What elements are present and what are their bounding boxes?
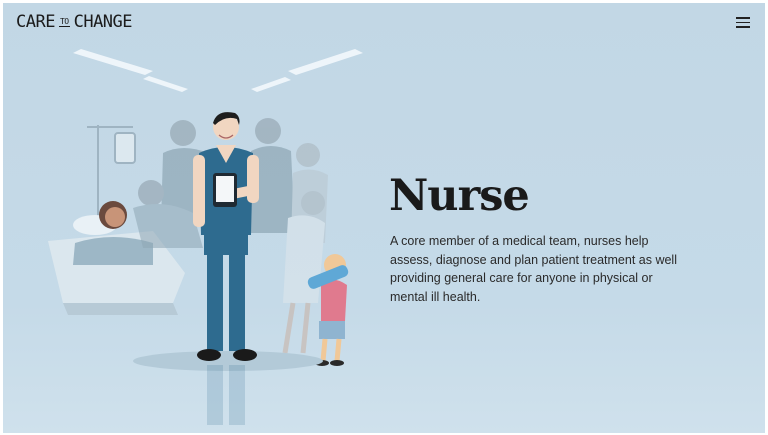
menu-line [736,21,750,24]
logo-word-care: CARE [16,12,55,32]
page-title: Nurse [389,171,530,221]
nurse-illustration [48,49,363,425]
logo-word-change: CHANGE [73,12,133,32]
nurse-figure [193,112,259,361]
hero-section: CARE TO CHANGE Nurse A core member of a … [3,3,765,433]
ceiling-lights [73,49,363,92]
menu-line [736,26,750,28]
hamburger-menu-icon[interactable] [734,14,752,30]
brand-logo[interactable]: CARE TO CHANGE [16,12,133,32]
role-description: A core member of a medical team, nurses … [390,234,677,304]
logo-word-to: TO [58,16,70,27]
menu-line [736,17,750,19]
floor-shadow [133,351,323,371]
floor-reflection [207,365,245,425]
